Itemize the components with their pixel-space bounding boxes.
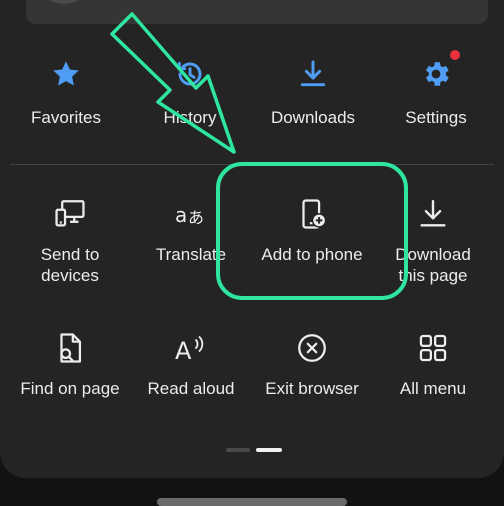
gesture-nav-bar[interactable] xyxy=(157,498,347,506)
settings-button[interactable]: Settings xyxy=(376,50,496,128)
address-bar[interactable] xyxy=(26,0,488,24)
favorites-label: Favorites xyxy=(31,108,101,127)
all-menu-label: All menu xyxy=(399,379,467,398)
download-page-icon xyxy=(373,196,493,232)
send-to-devices-button[interactable]: Send to devices xyxy=(10,196,130,286)
add-to-phone-button[interactable]: Add to phone xyxy=(252,196,372,265)
find-on-page-label: Find on page xyxy=(20,379,120,398)
all-menu-button[interactable]: All menu xyxy=(373,330,493,399)
history-label: History xyxy=(163,108,217,127)
browser-menu-sheet: Favorites History Downloads Settings Sen… xyxy=(0,0,504,478)
all-menu-icon xyxy=(373,330,493,366)
favorites-button[interactable]: Favorites xyxy=(6,56,126,128)
read-aloud-icon: A xyxy=(131,330,251,366)
history-icon xyxy=(130,56,250,92)
svg-text:あ: あ xyxy=(188,208,204,227)
add-to-phone-icon xyxy=(252,196,372,232)
svg-text:A: A xyxy=(175,337,192,365)
settings-label: Settings xyxy=(405,108,467,127)
send-to-devices-icon xyxy=(10,196,130,232)
page-indicator-1[interactable] xyxy=(226,448,250,452)
read-aloud-label: Read aloud xyxy=(147,379,235,398)
translate-button[interactable]: aあ Translate xyxy=(131,196,251,265)
quick-actions-row: Favorites History Downloads Settings xyxy=(0,50,504,136)
notification-badge xyxy=(450,50,460,60)
exit-browser-label: Exit browser xyxy=(265,379,359,398)
send-to-devices-label: Send to devices xyxy=(40,245,100,285)
translate-icon: aあ xyxy=(131,196,251,232)
history-button[interactable]: History xyxy=(130,56,250,128)
divider xyxy=(10,164,494,165)
page-indicator-2[interactable] xyxy=(256,448,282,452)
download-page-label: Download this page xyxy=(395,245,471,285)
downloads-button[interactable]: Downloads xyxy=(253,56,373,128)
find-on-page-button[interactable]: Find on page xyxy=(10,330,130,399)
exit-browser-button[interactable]: Exit browser xyxy=(252,330,372,399)
find-on-page-icon xyxy=(10,330,130,366)
star-icon xyxy=(6,56,126,92)
download-icon xyxy=(253,56,373,92)
gear-icon xyxy=(376,56,496,92)
add-to-phone-label: Add to phone xyxy=(261,245,363,264)
download-page-button[interactable]: Download this page xyxy=(373,196,493,286)
exit-browser-icon xyxy=(252,330,372,366)
read-aloud-button[interactable]: A Read aloud xyxy=(131,330,251,399)
downloads-label: Downloads xyxy=(270,108,356,127)
translate-label: Translate xyxy=(155,245,227,264)
svg-text:a: a xyxy=(175,203,187,227)
